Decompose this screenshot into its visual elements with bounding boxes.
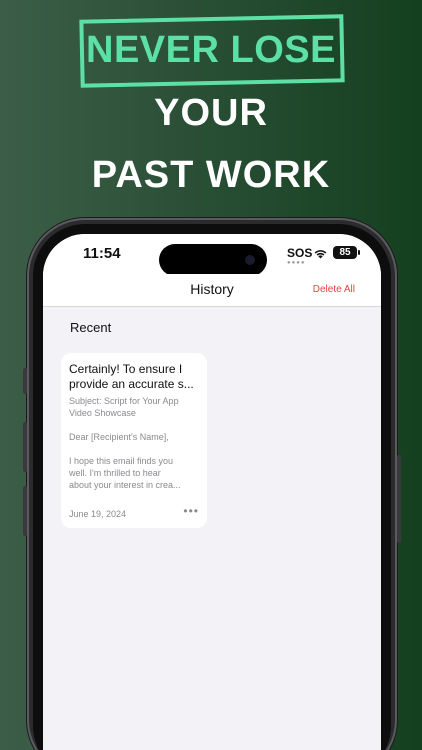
camera-icon xyxy=(245,255,255,265)
preview-line: Subject: Script for Your App xyxy=(69,396,179,406)
status-time: 11:54 xyxy=(83,245,121,262)
dynamic-island xyxy=(159,244,267,276)
history-card-date: June 19, 2024 xyxy=(69,509,127,519)
history-card-title-line-1: Certainly! To ensure I xyxy=(69,362,183,376)
preview-line: Video Showcase xyxy=(69,408,136,418)
headline-line-2: YOUR xyxy=(154,92,268,134)
battery-tip xyxy=(358,250,360,255)
history-card-preview: Subject: Script for Your App Video Showc… xyxy=(69,395,201,491)
phone-volume-down xyxy=(23,486,27,536)
phone-volume-up xyxy=(23,422,27,472)
battery-icon: 85 xyxy=(333,246,357,259)
signal-dots-icon: ●●●● xyxy=(287,260,306,266)
preview-line: Dear [Recipient's Name], xyxy=(69,432,169,442)
wifi-icon xyxy=(314,250,327,259)
delete-all-button[interactable]: Delete All xyxy=(313,284,355,295)
navigation-bar: History Delete All xyxy=(43,274,381,307)
preview-line xyxy=(69,443,201,455)
history-card-title-line-2: provide an accurate s... xyxy=(69,377,194,391)
history-card-title: Certainly! To ensure I provide an accura… xyxy=(69,362,201,392)
app-screen: 11:54 SOS ●●●● 85 History Delete All Rec… xyxy=(43,234,381,750)
preview-line: about your interest in crea... xyxy=(69,480,181,490)
section-title-recent: Recent xyxy=(70,320,112,335)
history-card[interactable]: Certainly! To ensure I provide an accura… xyxy=(61,353,207,528)
more-horizontal-icon[interactable]: ••• xyxy=(183,504,199,518)
phone-power-button xyxy=(397,455,401,543)
preview-line: I hope this email finds you xyxy=(69,456,174,466)
headline-line-1: NEVER LOSE xyxy=(86,29,336,71)
preview-line xyxy=(69,419,201,431)
status-carrier: SOS xyxy=(287,246,313,260)
preview-line: well. I'm thrilled to hear xyxy=(69,468,161,478)
headline-line-3: PAST WORK xyxy=(91,154,331,196)
phone-silent-switch xyxy=(23,368,27,394)
